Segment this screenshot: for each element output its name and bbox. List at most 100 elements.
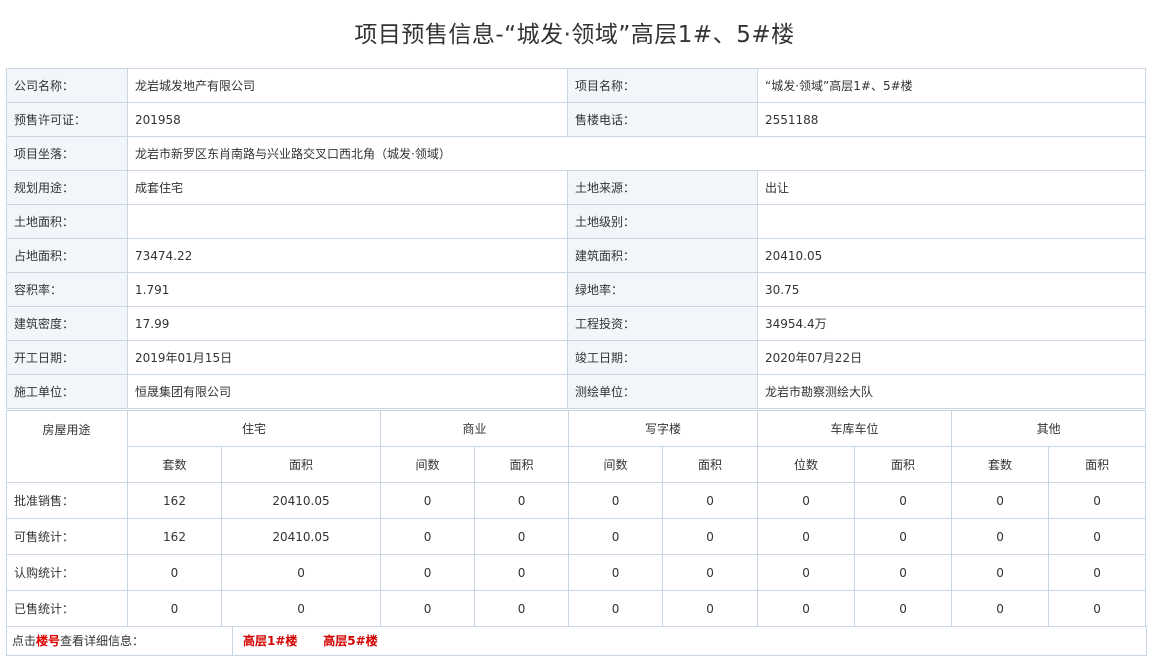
company-value: 龙岩城发地产有限公司 (127, 68, 568, 103)
cell: 0 (662, 518, 759, 555)
subhead: 面积 (220, 446, 382, 483)
land-area-value (127, 204, 568, 239)
land-source-value: 出让 (757, 170, 1146, 205)
cell: 0 (1048, 518, 1147, 555)
building-link-1[interactable]: 高层1#楼 (243, 634, 297, 648)
cell: 0 (757, 554, 856, 591)
company-label: 公司名称： (6, 68, 128, 103)
cell: 0 (380, 590, 476, 627)
table-row: 批准销售： 162 20410.05 0 0 0 0 0 0 0 0 (6, 482, 1147, 519)
sales-stats-table: 房屋用途 住宅 商业 写字楼 车库车位 其他 套数 面积 间数 面积 间数 面积… (6, 410, 1147, 627)
cell: 20410.05 (220, 482, 382, 519)
cell: 0 (568, 482, 664, 519)
subhead: 面积 (1048, 446, 1147, 483)
density-value: 17.99 (127, 306, 568, 341)
permit-value: 201958 (127, 102, 568, 137)
invest-value: 34954.4万 (757, 306, 1146, 341)
cell: 0 (854, 482, 953, 519)
cell: 0 (1048, 554, 1147, 591)
table-row: 已售统计： 0 0 0 0 0 0 0 0 0 0 (6, 590, 1147, 627)
building-link-5[interactable]: 高层5#楼 (323, 634, 377, 648)
usage-value: 成套住宅 (127, 170, 568, 205)
cell: 0 (662, 554, 759, 591)
group-office: 写字楼 (568, 410, 759, 447)
cell: 0 (380, 482, 476, 519)
page-title: 项目预售信息-“城发·领域”高层1#、5#楼 (354, 22, 795, 48)
phone-label: 售楼电话： (567, 102, 758, 137)
cell: 0 (127, 554, 222, 591)
subhead: 位数 (757, 446, 856, 483)
subhead: 面积 (854, 446, 953, 483)
cell: 0 (220, 590, 382, 627)
far-label: 容积率： (6, 272, 128, 307)
cell: 0 (568, 518, 664, 555)
row-label-subscribed: 认购统计： (6, 554, 128, 591)
project-info-table: 公司名称： 龙岩城发地产有限公司 项目名称： “城发·领域”高层1#、5#楼 预… (6, 68, 1146, 409)
builder-label: 施工单位： (6, 374, 128, 409)
cell: 0 (951, 518, 1050, 555)
hint-suffix: 查看详细信息： (60, 634, 145, 648)
row-label-sold: 已售统计： (6, 590, 128, 627)
start-date-value: 2019年01月15日 (127, 340, 568, 375)
cell: 0 (568, 590, 664, 627)
building-links-bar: 点击楼号查看详细信息： 高层1#楼 高层5#楼 (6, 626, 1147, 656)
location-label: 项目坐落： (6, 136, 128, 171)
cell: 0 (1048, 590, 1147, 627)
cell: 0 (220, 554, 382, 591)
cell: 0 (757, 482, 856, 519)
project-label: 项目名称： (567, 68, 758, 103)
subhead: 面积 (662, 446, 759, 483)
cell: 0 (951, 590, 1050, 627)
build-area-label: 建筑面积： (567, 238, 758, 273)
building-links: 高层1#楼 高层5#楼 (243, 627, 400, 655)
group-residential: 住宅 (126, 410, 382, 447)
cell: 20410.05 (220, 518, 382, 555)
cell: 0 (568, 554, 664, 591)
cell: 0 (380, 554, 476, 591)
permit-label: 预售许可证： (6, 102, 128, 137)
row-head-usage: 房屋用途 (6, 410, 128, 483)
cell: 0 (474, 590, 570, 627)
cell: 0 (474, 518, 570, 555)
site-area-label: 占地面积： (6, 238, 128, 273)
build-area-value: 20410.05 (757, 238, 1146, 273)
building-links-hint: 点击楼号查看详细信息： (7, 627, 233, 655)
row-label-approved: 批准销售： (6, 482, 128, 519)
subhead: 间数 (568, 446, 664, 483)
density-label: 建筑密度： (6, 306, 128, 341)
location-value: 龙岩市新罗区东肖南路与兴业路交叉口西北角（城发·领域） (127, 136, 1146, 171)
cell: 0 (757, 590, 856, 627)
cell: 0 (854, 554, 953, 591)
invest-label: 工程投资： (567, 306, 758, 341)
subhead: 间数 (380, 446, 476, 483)
start-date-label: 开工日期： (6, 340, 128, 375)
surveyor-value: 龙岩市勘察测绘大队 (757, 374, 1146, 409)
cell: 0 (854, 518, 953, 555)
site-area-value: 73474.22 (127, 238, 568, 273)
group-garage: 车库车位 (757, 410, 953, 447)
land-grade-value (757, 204, 1146, 239)
far-value: 1.791 (127, 272, 568, 307)
cell: 0 (380, 518, 476, 555)
land-source-label: 土地来源： (567, 170, 758, 205)
hint-highlight: 楼号 (36, 634, 61, 648)
builder-value: 恒晟集团有限公司 (127, 374, 568, 409)
cell: 0 (474, 482, 570, 519)
table-row: 可售统计： 162 20410.05 0 0 0 0 0 0 0 0 (6, 518, 1147, 555)
green-label: 绿地率： (567, 272, 758, 307)
subhead: 套数 (127, 446, 222, 483)
cell: 0 (662, 482, 759, 519)
surveyor-label: 测绘单位： (567, 374, 758, 409)
cell: 0 (854, 590, 953, 627)
group-commercial: 商业 (380, 410, 570, 447)
cell: 0 (662, 590, 759, 627)
cell: 162 (127, 482, 222, 519)
phone-value: 2551188 (757, 102, 1146, 137)
finish-date-label: 竣工日期： (567, 340, 758, 375)
land-area-label: 土地面积： (6, 204, 128, 239)
row-label-available: 可售统计： (6, 518, 128, 555)
table-row: 认购统计： 0 0 0 0 0 0 0 0 0 0 (6, 554, 1147, 591)
subhead: 套数 (951, 446, 1050, 483)
cell: 162 (127, 518, 222, 555)
green-value: 30.75 (757, 272, 1146, 307)
